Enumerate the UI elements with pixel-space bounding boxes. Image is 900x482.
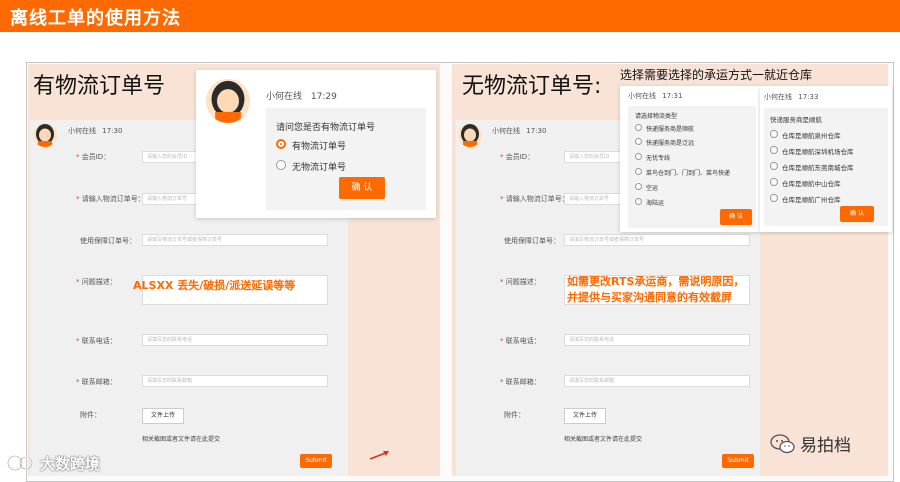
guarantee-order-input[interactable]: 请填写物流订单号或者保障订单号: [142, 234, 328, 246]
right-heading: 无物流订单号:: [462, 74, 602, 99]
wechat-icon: [770, 433, 795, 453]
right-subheading: 选择需要选择的承运方式一就近仓库: [620, 68, 813, 82]
agent-status: 小何在线 17:30: [68, 126, 122, 136]
field-label: * 联系邮箱：: [76, 378, 117, 386]
upload-note: 相关截图或者文件请在此提交: [142, 436, 221, 443]
question-text: 请选择物流类型: [635, 113, 678, 120]
confirm-button[interactable]: 确 认: [339, 177, 385, 199]
agent-avatar: [458, 123, 482, 147]
field-label: * 联系电话：: [76, 337, 117, 345]
field-label: 使用保障订单号：: [80, 237, 136, 245]
agent-avatar: [33, 123, 57, 147]
option-radio[interactable]: [635, 138, 642, 145]
option-label[interactable]: 快递服务商是泛远: [646, 138, 694, 147]
agent-name: 小何在线: [628, 92, 656, 100]
option-radio[interactable]: [635, 183, 642, 190]
field-label: * 联系电话：: [500, 337, 541, 345]
option-label[interactable]: 仓库是顺航泉州仓库: [782, 130, 841, 140]
option-label[interactable]: 有物流订单号: [292, 139, 346, 152]
attachment-label: 附件：: [80, 411, 101, 419]
option-radio[interactable]: [770, 146, 778, 154]
option-label[interactable]: 仓库是顺航东莞南城仓库: [782, 162, 854, 172]
phone-input[interactable]: 请填写您的联系电话: [564, 334, 750, 346]
upload-note: 相关截图或者文件请在此提交: [564, 436, 643, 443]
field-label: * 请输入物流订单号：: [500, 195, 569, 203]
option-radio[interactable]: [770, 178, 778, 186]
question-box: 快递服务商是顺航 仓库是顺航泉州仓库 仓库是顺航深圳机场仓库 仓库是顺航东莞南城…: [764, 108, 888, 226]
email-input[interactable]: 请填写您的联系邮箱: [564, 375, 750, 387]
confirm-button[interactable]: 确 认: [720, 209, 752, 225]
agent-status: 小何在线 17:30: [492, 126, 546, 136]
question-text: 请问您是否有物流订单号: [276, 123, 376, 133]
agent-avatar: [206, 79, 250, 123]
phone-input[interactable]: 请填写您的联系电话: [142, 334, 328, 346]
option-label[interactable]: 仓库是顺航中山仓库: [782, 178, 841, 188]
chat-time: 17:30: [526, 127, 547, 135]
order-number-popup: 小何在线 17:29 请问您是否有物流订单号 有物流订单号 无物流订单号 确 认: [196, 70, 436, 218]
field-label: * 会员ID：: [500, 153, 535, 161]
option-label[interactable]: 无忧专线: [646, 153, 670, 162]
logistics-type-popup: 小何在线 17:31 请选择物流类型 快递服务商是顺航 快递服务商是泛远 无忧专…: [620, 86, 760, 232]
guarantee-order-input[interactable]: 请填写物流订单号或者保障订单号: [564, 234, 750, 246]
agent-name: 小何在线: [266, 92, 303, 102]
confirm-button[interactable]: 确 认: [840, 206, 874, 222]
agent-name: 小何在线: [68, 127, 96, 135]
option-label[interactable]: 空运: [646, 183, 658, 192]
left-heading: 有物流订单号: [33, 74, 166, 99]
chat-time: 17:29: [310, 92, 337, 102]
option-radio[interactable]: [635, 198, 642, 205]
option-label[interactable]: 仓库是顺航深圳机场仓库: [782, 146, 854, 156]
file-upload-button[interactable]: 文件上传: [564, 408, 606, 424]
watermark-text: 易拍档: [800, 436, 851, 456]
option-label[interactable]: 仓库是顺航广州仓库: [782, 194, 841, 204]
attachment-label: 附件：: [504, 411, 525, 419]
option-label[interactable]: 海陆运: [646, 198, 664, 207]
chat-time: 17:30: [102, 127, 123, 135]
file-upload-button[interactable]: 文件上传: [142, 408, 184, 424]
option-label[interactable]: 无物流订单号: [292, 160, 346, 173]
watermark-bottom-right: 易拍档: [770, 431, 851, 456]
option-radio[interactable]: [635, 168, 642, 175]
option-radio[interactable]: [770, 162, 778, 170]
agent-name: 小何在线: [764, 93, 792, 101]
watermark-text: 大数跨境: [40, 454, 101, 473]
option-radio-selected[interactable]: [276, 139, 286, 149]
option-radio[interactable]: [770, 130, 778, 138]
agent-status: 小何在线 17:31: [628, 91, 682, 101]
question-text: 快递服务商是顺航: [770, 116, 822, 124]
agent-name: 小何在线: [492, 127, 520, 135]
chat-time: 17:31: [662, 92, 683, 100]
page-title: 离线工单的使用方法: [10, 8, 181, 29]
option-radio[interactable]: [276, 160, 286, 170]
email-input[interactable]: 请填写您的联系邮箱: [142, 375, 328, 387]
agent-status: 小何在线 17:33: [764, 92, 818, 102]
field-label: 使用保障订单号：: [504, 237, 560, 245]
option-label[interactable]: 菜鸟仓到门、门到门、菜鸟快递: [646, 168, 730, 177]
option-radio[interactable]: [770, 194, 778, 202]
brand-logo-icon: [7, 455, 33, 471]
field-label: * 请输入物流订单号：: [76, 195, 145, 203]
arrow-icon: [369, 451, 389, 460]
agent-status: 小何在线 17:29: [266, 89, 337, 102]
field-label: * 问题描述：: [500, 278, 541, 286]
field-label: * 联系邮箱：: [500, 378, 541, 386]
option-label[interactable]: 快递服务商是顺航: [646, 124, 694, 133]
submit-button[interactable]: Submit: [300, 454, 332, 468]
left-annotation: ALSXX 丢失/破损/派送延误等等: [133, 279, 296, 292]
watermark-bottom-left: 大数跨境: [6, 452, 100, 474]
option-radio[interactable]: [635, 124, 642, 131]
chat-time: 17:33: [798, 93, 819, 101]
field-label: * 问题描述：: [76, 278, 117, 286]
warehouse-popup: 小何在线 17:33 快递服务商是顺航 仓库是顺航泉州仓库 仓库是顺航深圳机场仓…: [760, 86, 892, 232]
right-annotation-line-2: 并提供与买家沟通同意的有效截屏: [567, 291, 732, 304]
right-annotation-line-1: 如需更改RTS承运商，需说明原因，: [567, 275, 745, 288]
field-label: * 会员ID：: [76, 153, 111, 161]
submit-button[interactable]: Submit: [722, 454, 754, 468]
option-radio[interactable]: [635, 153, 642, 160]
question-box: 请问您是否有物流订单号 有物流订单号 无物流订单号 确 认: [266, 108, 426, 210]
question-box: 请选择物流类型 快递服务商是顺航 快递服务商是泛远 无忧专线 菜鸟仓到门、门到门…: [628, 106, 756, 228]
